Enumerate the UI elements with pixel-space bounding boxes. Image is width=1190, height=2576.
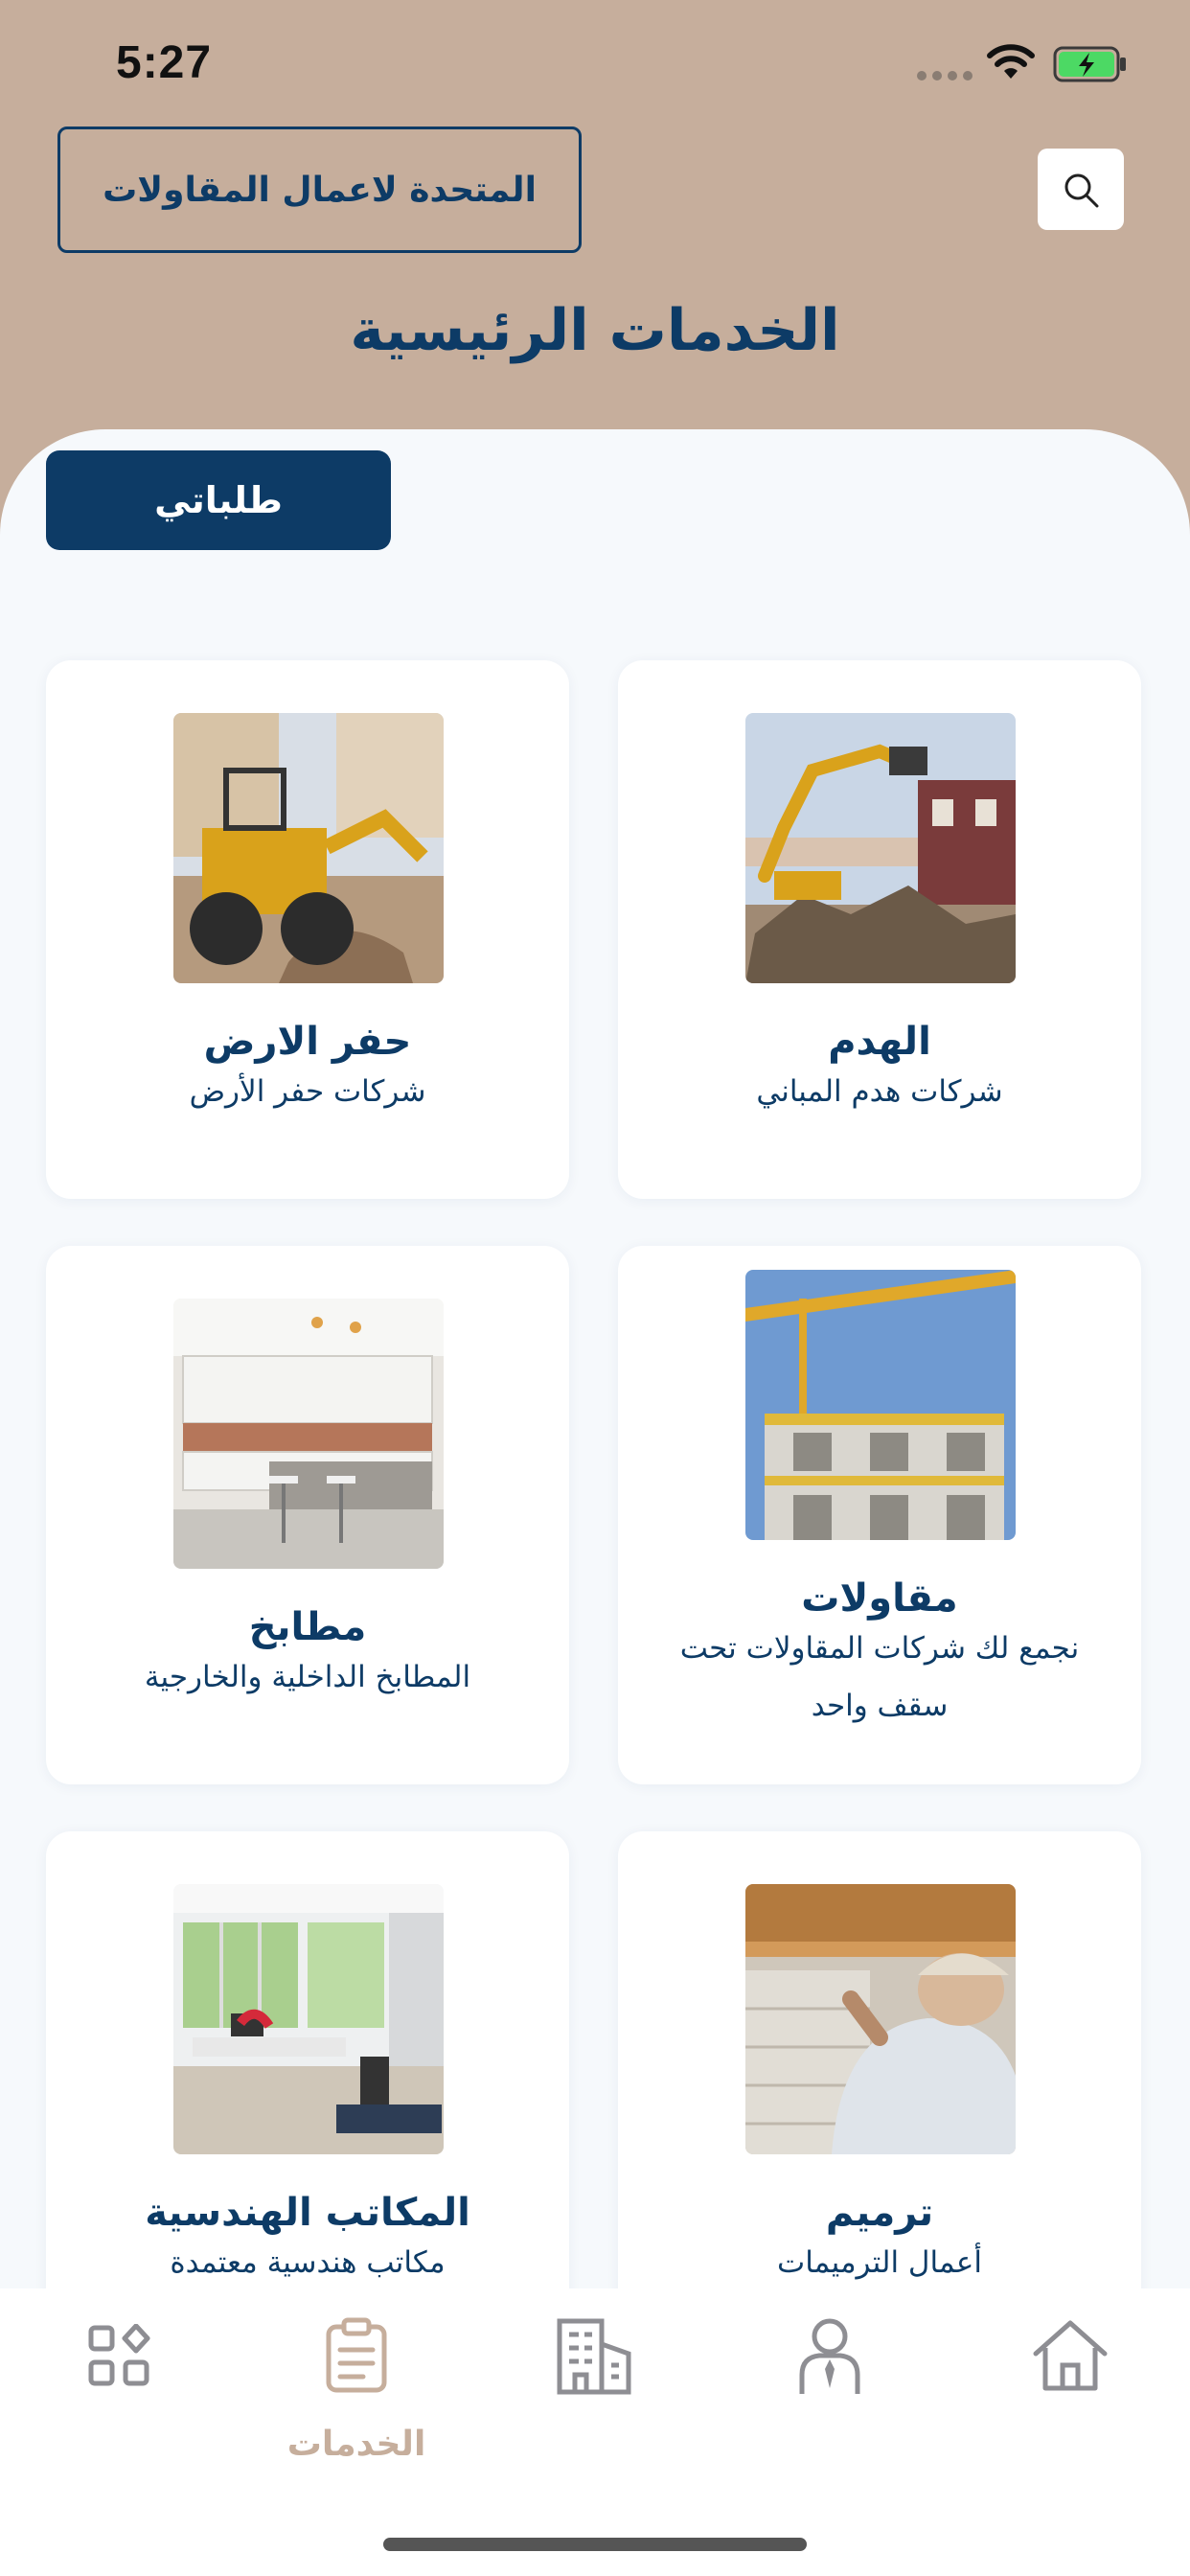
nav-categories[interactable] <box>71 2308 167 2404</box>
service-card-contracting[interactable]: مقاولات نجمع لك شركات المقاولات تحت سقف … <box>618 1246 1141 1784</box>
nav-services[interactable] <box>309 2308 404 2404</box>
nav-home[interactable] <box>1022 2308 1118 2404</box>
excavation-photo <box>173 713 444 983</box>
service-card-excavation[interactable]: حفر الارض شركات حفر الأرض <box>46 660 569 1199</box>
battery-icon <box>1053 46 1126 82</box>
service-card-description: أعمال الترميمات <box>777 2245 982 2280</box>
renovation-photo <box>745 1884 1016 2154</box>
demolition-photo <box>745 713 1016 983</box>
service-card-description: نجمع لك شركات المقاولات تحت سقف واحد <box>679 1631 1080 1723</box>
service-card-title: مطابخ <box>248 1605 367 1649</box>
kitchen-photo <box>173 1299 444 1569</box>
page-title: الخدمات الرئيسية <box>350 297 840 364</box>
wifi-icon <box>987 44 1035 79</box>
service-card-title: ترميم <box>825 2191 934 2235</box>
home-indicator <box>383 2538 807 2551</box>
service-card-title: الهدم <box>828 1020 931 1064</box>
buildings-icon <box>557 2318 631 2395</box>
signal-icon <box>917 71 973 80</box>
service-card-description: المطابخ الداخلية والخارجية <box>144 1660 471 1694</box>
profile-icon <box>799 2318 860 2394</box>
search-icon <box>1064 173 1099 207</box>
search-button[interactable] <box>1038 149 1124 230</box>
services-clipboard-icon <box>326 2317 387 2393</box>
service-card-description: مكاتب هندسية معتمدة <box>170 2245 446 2280</box>
service-card-title: مقاولات <box>801 1576 958 1621</box>
nav-profile[interactable] <box>782 2308 878 2404</box>
service-card-demolition[interactable]: الهدم شركات هدم المباني <box>618 660 1141 1199</box>
service-card-kitchens[interactable]: مطابخ المطابخ الداخلية والخارجية <box>46 1246 569 1784</box>
office-photo <box>173 1884 444 2154</box>
construction-photo <box>745 1270 1016 1540</box>
nav-services-label[interactable]: الخدمات <box>261 2425 452 2464</box>
company-name-button[interactable]: المتحدة لاعمال المقاولات <box>57 126 582 253</box>
nav-companies[interactable] <box>546 2308 642 2404</box>
service-card-title: المكاتب الهندسية <box>145 2191 470 2235</box>
categories-grid-icon <box>88 2324 150 2386</box>
status-time: 5:27 <box>116 37 213 88</box>
my-requests-button[interactable]: طلباتي <box>46 450 391 550</box>
service-card-title: حفر الارض <box>203 1020 412 1064</box>
service-card-description: شركات حفر الأرض <box>189 1074 426 1109</box>
home-icon <box>1033 2320 1108 2391</box>
service-card-description: شركات هدم المباني <box>756 1074 1003 1109</box>
